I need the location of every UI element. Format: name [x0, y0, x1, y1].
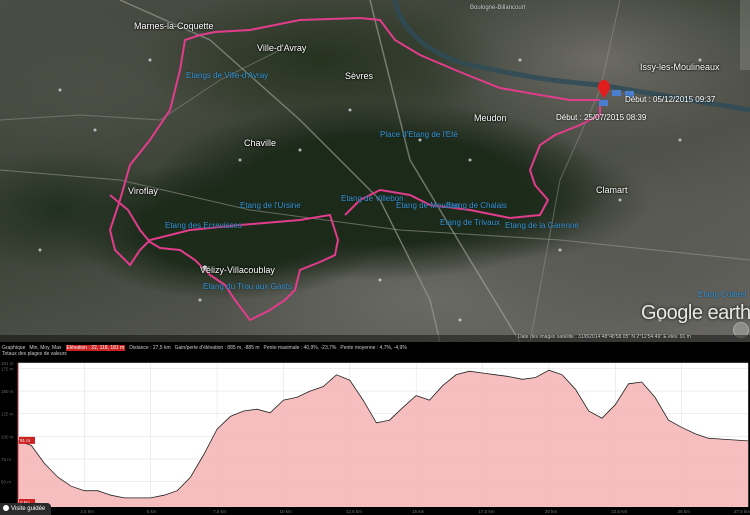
gps-track — [108, 16, 601, 322]
x-tick-label: 22,5 km — [611, 509, 627, 514]
flag-icon — [599, 100, 608, 106]
x-tick-label: 12,5 km — [346, 509, 362, 514]
cursor-value: 91 m — [20, 438, 30, 443]
town-label[interactable]: Vélizy-Villacoublay — [200, 266, 275, 275]
stat-item[interactable]: Pente maximale : 40,9%, -23,7% — [264, 345, 337, 351]
satellite-map[interactable]: Marnes-la-Coquette Chaville Viroflay Vél… — [0, 0, 750, 342]
y-tick-label: 181 m — [1, 361, 14, 366]
profile-stats: Graphique Min, Moy, Max Elévation : 22, 11… — [0, 345, 750, 357]
guided-tour-label: Visite guidée — [11, 506, 46, 512]
water-label[interactable]: Etang des Ecrevisses — [165, 222, 242, 230]
flag-icon — [612, 90, 621, 96]
stat-item[interactable]: Pente moyenne : 4,7%, -4,9% — [340, 345, 406, 351]
water-label[interactable]: Place d'Etang de l'Eté — [380, 131, 458, 139]
stat-item[interactable]: Gain/perte d'élévation : 885 m, -885 m — [175, 345, 260, 351]
x-tick-label: 20 km — [545, 509, 558, 514]
water-label[interactable]: Etang de Chalais — [446, 202, 507, 210]
start-pin-icon — [598, 80, 610, 98]
imagery-attribution: Date des images satellite : 31/8/2014 48… — [518, 334, 691, 340]
water-label[interactable]: Etangs de Ville-d'Avray — [186, 72, 268, 80]
town-label[interactable]: Chaville — [244, 139, 276, 148]
x-tick-label: 25 km — [678, 509, 691, 514]
y-tick-label: 150 m — [1, 389, 14, 394]
google-earth-logo: Google earth — [641, 302, 750, 324]
start-marker-label[interactable]: Début : 25/07/2015 08:39 — [556, 114, 646, 122]
stat-item[interactable]: Elévation : 22, 118, 181 m — [65, 345, 126, 351]
start-marker-label[interactable]: Début : 05/12/2015 09:37 — [625, 96, 715, 104]
water-label[interactable]: Etang de la Garenne — [505, 222, 579, 230]
map-overlay — [0, 0, 750, 342]
x-tick-label: 27,5 km — [734, 509, 750, 514]
navigation-control[interactable] — [740, 0, 750, 70]
y-tick-label: 125 m — [1, 412, 14, 417]
y-tick-label: 50 m — [1, 480, 11, 485]
water-label[interactable]: Etang de Trivaux — [440, 219, 500, 227]
y-tick-label: 175 m — [1, 366, 14, 371]
x-tick-label: 2,5 km — [80, 509, 94, 514]
play-icon — [3, 505, 9, 512]
town-label[interactable]: Sèvres — [345, 72, 373, 81]
elevation-chart[interactable]: 181 m175 m150 m125 m100 m75 m50 m25 m0 k… — [0, 357, 750, 515]
stat-item[interactable]: Distance : 27,5 km — [129, 345, 170, 351]
water-label[interactable]: Etang du Trou aux Gants — [203, 283, 292, 291]
x-tick-label: 5 km — [147, 509, 157, 514]
x-tick-label: 15 km — [412, 509, 425, 514]
x-tick-label: 17,5 km — [479, 509, 495, 514]
town-label[interactable]: Viroflay — [128, 187, 158, 196]
town-label[interactable]: Ville-d'Avray — [257, 44, 306, 53]
town-label[interactable]: Clamart — [596, 186, 628, 195]
status-bar: Date des images satellite : 31/8/2014 48… — [0, 335, 750, 342]
y-tick-label: 100 m — [1, 434, 14, 439]
y-tick-label: 75 m — [1, 457, 11, 462]
x-tick-label: 7,5 km — [213, 509, 227, 514]
water-label[interactable]: Etang de Villebon — [341, 195, 404, 203]
guided-tour-button[interactable]: Visite guidée — [0, 503, 52, 515]
town-label[interactable]: Marnes-la-Coquette — [134, 22, 214, 31]
water-label[interactable]: Etang Colbert — [698, 291, 747, 299]
town-label[interactable]: Meudon — [474, 114, 507, 123]
x-tick-label: 10 km — [279, 509, 292, 514]
town-label[interactable]: Issy-les-Moulineaux — [640, 63, 720, 72]
town-label[interactable]: Boulogne-Billancourt — [470, 5, 525, 11]
water-label[interactable]: Etang de l'Ursine — [240, 202, 301, 210]
